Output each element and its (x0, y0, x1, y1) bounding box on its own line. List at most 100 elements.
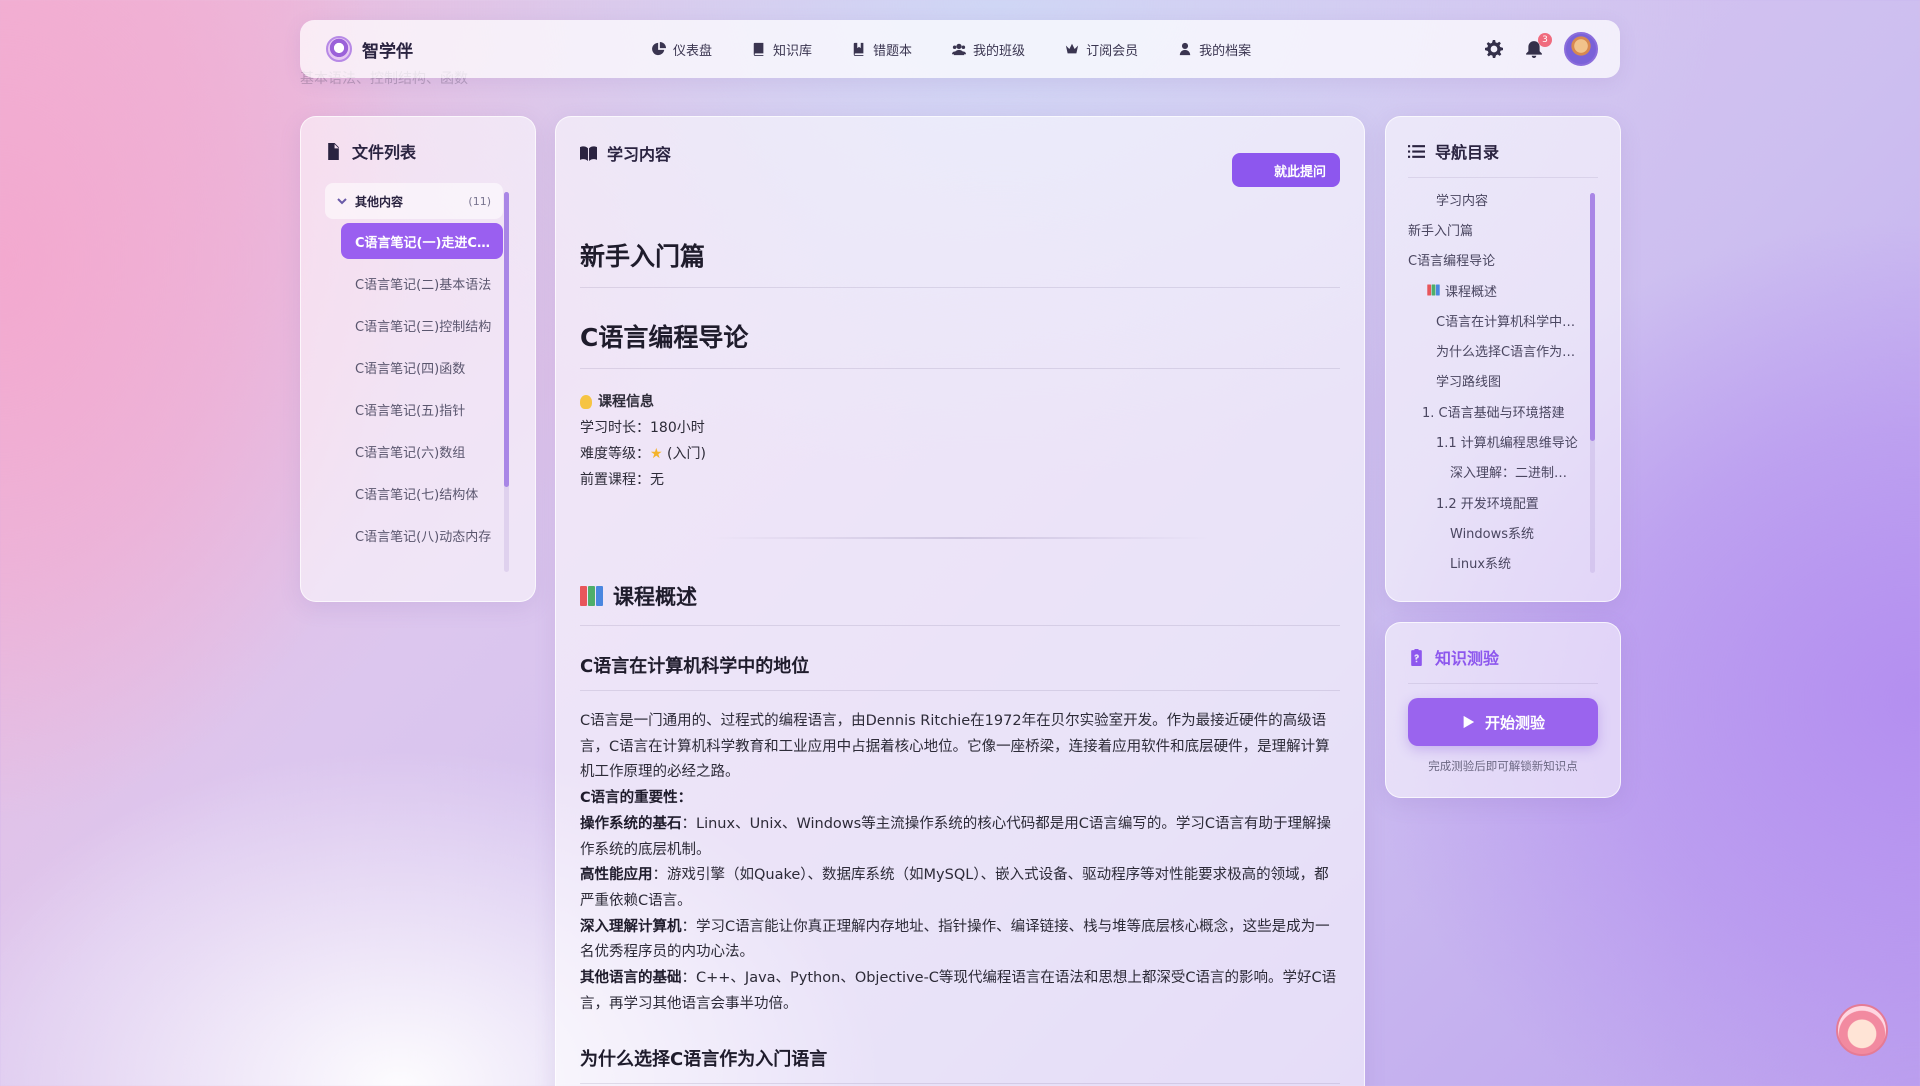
point-item: 深入理解计算机：学习C语言能让你真正理解内存地址、指针操作、编译链接、栈与堆等底… (580, 915, 1340, 966)
toc-title: 导航目录 (1435, 143, 1500, 162)
nav-item-mistakes[interactable]: 错题本 (852, 40, 912, 59)
toc-item[interactable]: 新手入门篇 (1408, 214, 1580, 244)
clipboard-question-icon (1411, 648, 1422, 666)
nav-item-class[interactable]: 我的班级 (952, 40, 1025, 59)
file-item[interactable]: C语言笔记(二)基本语法 (341, 265, 503, 301)
course-difficulty: 难度等级：★ (入门) (580, 441, 1340, 467)
toc-item[interactable]: 1.2 开发环境配置 (1408, 487, 1580, 517)
toc-item[interactable]: 深入理解：二进制与计算机 (1408, 457, 1580, 487)
lightbulb-icon (580, 395, 592, 409)
file-list-header: 文件列表 (325, 139, 511, 163)
point-item: 操作系统的基石：Linux、Unix、Windows等主流操作系统的核心代码都是… (580, 812, 1340, 863)
list-icon (1408, 144, 1425, 158)
folder-name: 其他内容 (355, 194, 404, 209)
toc-list: 学习内容新手入门篇 C语言编程导论课程概述 C语言在计算机科学中的地位为什么选择C语… (1408, 184, 1598, 578)
intro-paragraph: C语言是一门通用的、过程式的编程语言，由Dennis Ritchie在1972年… (580, 709, 1340, 1017)
users-icon (952, 43, 967, 56)
toc-item-label: 1.2 开发环境配置 (1436, 496, 1539, 512)
toc-item[interactable]: C语言编程导论 (1408, 245, 1580, 275)
point-title: 深入理解计算机 (580, 918, 682, 935)
top-navigation-bar: 智学伴 仪表盘 知识库 错题本 我的班级 订阅会员 我的档案 3 (300, 20, 1620, 78)
heading-beginner: 新手入门篇 (580, 237, 1340, 288)
nav-item-profile[interactable]: 我的档案 (1178, 40, 1251, 59)
quiz-panel: 知识测验 开始测验 完成测验后即可解锁新知识点 (1385, 622, 1621, 798)
toc-item-label: Linux系统 (1450, 557, 1512, 573)
file-item[interactable]: C语言笔记(三)控制结构 (341, 307, 503, 343)
heading-course-overview-text: 课程概述 (613, 585, 697, 609)
nav-item-label: 错题本 (873, 43, 913, 59)
quiz-header: 知识测验 (1408, 645, 1598, 684)
file-item[interactable]: C语言笔记(五)指针 (341, 391, 503, 427)
file-item[interactable]: C语言笔记(六)数组 (341, 433, 503, 469)
toc-item-label: C语言编程导论 (1408, 254, 1496, 270)
nav-item-label: 仪表盘 (673, 43, 713, 59)
toc-item[interactable]: 1. C语言基础与环境搭建 (1408, 396, 1580, 426)
point-title: 高性能应用 (580, 867, 653, 884)
open-book-icon (580, 145, 597, 161)
crown-icon (1065, 43, 1079, 54)
file-item[interactable]: C语言笔记(七)结构体 (341, 475, 503, 511)
duration-label: 学习时长： (580, 420, 650, 436)
notifications-button[interactable]: 3 (1524, 33, 1552, 59)
toc-item[interactable]: 学习内容 (1408, 184, 1580, 214)
difficulty-label: 难度等级： (580, 446, 650, 462)
file-list-panel: 文件列表 其他内容 (11) C语言笔记(一)走进C语言 C语言笔记(二)基本语… (300, 116, 536, 602)
intro-text: C语言是一门通用的、过程式的编程语言，由Dennis Ritchie在1972年… (580, 713, 1330, 781)
toc-item-label: Windows系统 (1450, 526, 1535, 542)
toc-item[interactable]: C语言在计算机科学中的地位 (1408, 305, 1580, 335)
ask-question-button[interactable]: 就此提问 (1232, 153, 1340, 187)
point-title: 操作系统的基石 (580, 815, 682, 832)
toc-item[interactable]: 为什么选择C语言作为入门语言 (1408, 335, 1580, 365)
file-list-scrollbar[interactable] (504, 192, 509, 572)
toc-item-label: 学习内容 (1436, 193, 1489, 209)
course-info-title: 课程信息 (580, 389, 1340, 415)
logo-icon (326, 36, 352, 62)
assistant-mascot-avatar[interactable] (1836, 1004, 1888, 1056)
folder-other-content[interactable]: 其他内容 (11) (325, 183, 503, 219)
start-quiz-button[interactable]: 开始测验 (1408, 698, 1598, 746)
settings-button[interactable] (1484, 39, 1504, 59)
toc-item-label: 新手入门篇 (1408, 223, 1474, 239)
nav-item-label: 我的档案 (1199, 43, 1252, 59)
quiz-hint: 完成测验后即可解锁新知识点 (1428, 759, 1578, 773)
nav-item-dashboard[interactable]: 仪表盘 (652, 40, 712, 59)
heading-why-c: 为什么选择C语言作为入门语言 (580, 1045, 1340, 1085)
file-list: C语言笔记(一)走进C语言 C语言笔记(二)基本语法 C语言笔记(三)控制结构 … (325, 223, 511, 553)
toc-item[interactable]: Linux系统 (1408, 548, 1580, 578)
nav-item-knowledge[interactable]: 知识库 (752, 40, 812, 59)
toc-scrollbar[interactable] (1590, 193, 1595, 573)
toc-item-label: 1. C语言基础与环境搭建 (1422, 405, 1565, 421)
heading-c-intro: C语言编程导论 (580, 318, 1340, 369)
prereq-label: 前置课程： (580, 472, 650, 488)
duration-value: 180小时 (650, 420, 705, 436)
scrollbar-thumb[interactable] (1590, 193, 1595, 441)
point-item: 其他语言的基础：C++、Java、Python、Objective-C等现代编程… (580, 966, 1340, 1017)
toc-item[interactable]: 学习路线图 (1408, 366, 1580, 396)
file-item[interactable]: C语言笔记(四)函数 (341, 349, 503, 385)
file-item[interactable]: C语言笔记(一)走进C语言 (341, 223, 503, 259)
prereq-value: 无 (650, 472, 664, 488)
chevron-down-icon (337, 198, 347, 205)
toc-item[interactable]: 1.1 计算机编程思维导论 (1408, 426, 1580, 456)
file-item[interactable]: C语言笔记(八)动态内存 (341, 517, 503, 553)
user-avatar[interactable] (1564, 32, 1598, 66)
main-header: 学习内容 (580, 141, 1340, 165)
folder-count: (11) (468, 194, 491, 208)
toc-item[interactable]: 课程概述 (1408, 275, 1580, 305)
gear-icon (1485, 40, 1503, 58)
nav-item-membership[interactable]: 订阅会员 (1065, 40, 1138, 59)
importance-title: C语言的重要性： (580, 790, 693, 807)
play-icon (1463, 715, 1475, 729)
notification-badge: 3 (1538, 33, 1552, 47)
point-text: ：游戏引擎（如Quake）、数据库系统（如MySQL）、嵌入式设备、驱动程序等对… (580, 867, 1329, 909)
toc-panel: 导航目录 学习内容新手入门篇 C语言编程导论课程概述 C语言在计算机科学中的地位为什… (1385, 116, 1621, 602)
toc-item[interactable]: Windows系统 (1408, 517, 1580, 547)
scrollbar-thumb[interactable] (504, 192, 509, 487)
books-icon (1427, 284, 1440, 296)
course-prereq: 前置课程：无 (580, 467, 1340, 493)
toc-item-label: C语言在计算机科学中的地位 (1436, 314, 1580, 330)
heading-c-status: C语言在计算机科学中的地位 (580, 652, 1340, 691)
app-logo[interactable]: 智学伴 (326, 36, 616, 62)
file-item-label: C语言笔记(七)结构体 (355, 487, 479, 503)
point-text: ：Linux、Unix、Windows等主流操作系统的核心代码都是用C语言编写的… (580, 815, 1331, 858)
